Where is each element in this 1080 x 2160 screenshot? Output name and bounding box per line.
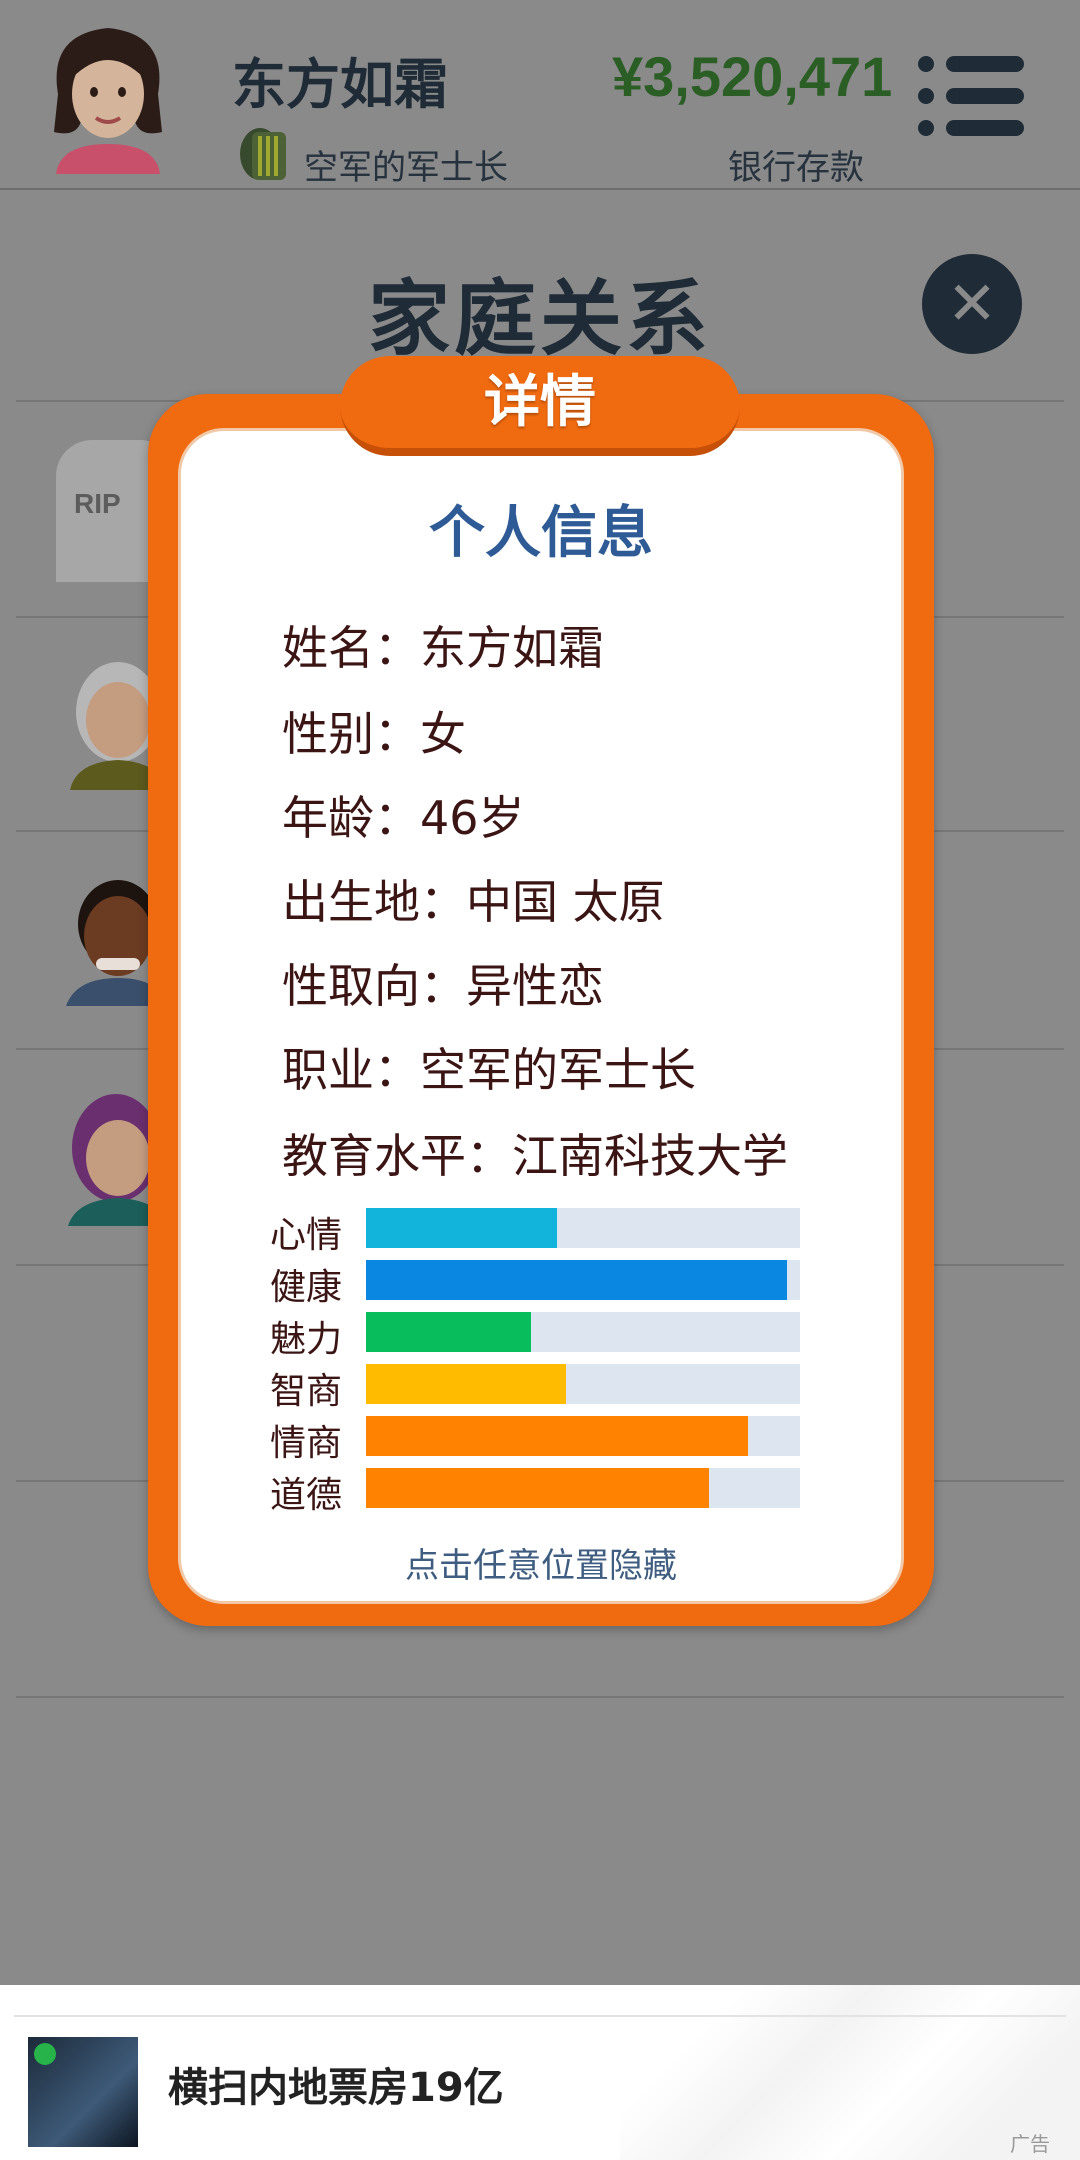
menu-icon[interactable] [918, 56, 1024, 136]
stat-label: 心情 [270, 1215, 343, 1256]
stat-bar-track [366, 1260, 800, 1300]
info-label: 年龄： [282, 791, 420, 845]
page-title: 家庭关系 [367, 272, 712, 367]
stat-label: 智商 [270, 1371, 343, 1412]
stat-bar-track [366, 1416, 800, 1456]
info-label: 性别： [282, 707, 420, 761]
details-tab: 详情 [340, 356, 740, 456]
ad-label: 广告 [1010, 2132, 1050, 2156]
player-avatar[interactable] [38, 14, 178, 174]
stat-bar-fill [366, 1468, 709, 1508]
top-bar: 东方如霜 空军的军士长 ¥3,520,471 银行存款 [0, 0, 1080, 190]
info-label: 职业： [282, 1043, 420, 1097]
ad-thumbnail[interactable] [28, 2037, 138, 2147]
player-job: 空军的军士长 [304, 148, 508, 188]
stat-bar-track [366, 1208, 800, 1248]
info-row: 性别：女 [282, 698, 466, 764]
info-label: 性取向： [282, 959, 466, 1013]
close-icon[interactable]: ✕ [922, 254, 1022, 354]
info-value: 江南科技大学 [512, 1129, 788, 1183]
divider [16, 1696, 1064, 1698]
stat-label: 道德 [270, 1475, 343, 1516]
player-name: 东方如霜 [232, 53, 448, 116]
stat-bar-fill [366, 1208, 557, 1248]
info-row: 教育水平：江南科技大学 [282, 1120, 788, 1186]
info-value: 中国 太原 [466, 875, 665, 929]
stat-bar-track [366, 1468, 800, 1508]
bank-balance-label: 银行存款 [728, 148, 864, 188]
ad-headline[interactable]: 横扫内地票房19亿 [168, 2055, 504, 2113]
info-value: 空军的军士长 [420, 1043, 696, 1097]
ad-banner[interactable]: 横扫内地票房19亿 [0, 1985, 1080, 2160]
stat-bar-fill [366, 1312, 531, 1352]
info-value: 异性恋 [466, 959, 604, 1013]
info-row: 姓名：东方如霜 [282, 612, 604, 678]
stat-bar-track [366, 1312, 800, 1352]
personal-info-title: 个人信息 [429, 501, 653, 566]
play-icon [34, 2043, 56, 2065]
info-value: 女 [420, 707, 466, 761]
bank-balance: ¥3,520,471 [612, 45, 893, 108]
info-label: 姓名： [282, 621, 420, 675]
military-rank-icon [240, 128, 286, 180]
stat-label: 情商 [270, 1423, 343, 1464]
info-label: 出生地： [282, 875, 466, 929]
info-label: 教育水平： [282, 1129, 512, 1183]
ad-divider [14, 2015, 1066, 2017]
stat-bar-fill [366, 1416, 748, 1456]
stat-bar-fill [366, 1364, 566, 1404]
tap-to-hide-hint[interactable]: 点击任意位置隐藏 [178, 1538, 904, 1587]
stat-label: 魅力 [270, 1319, 343, 1360]
info-value: 46岁 [420, 791, 525, 845]
stat-bar-track [366, 1364, 800, 1404]
info-row: 性取向：异性恋 [282, 950, 604, 1016]
stat-bar-fill [366, 1260, 787, 1300]
info-value: 东方如霜 [420, 621, 604, 675]
stat-label: 健康 [270, 1267, 343, 1308]
tombstone-text: RIP [74, 488, 121, 519]
info-row: 出生地：中国 太原 [282, 866, 665, 932]
info-row: 年龄：46岁 [282, 782, 525, 848]
info-row: 职业：空军的军士长 [282, 1034, 696, 1100]
